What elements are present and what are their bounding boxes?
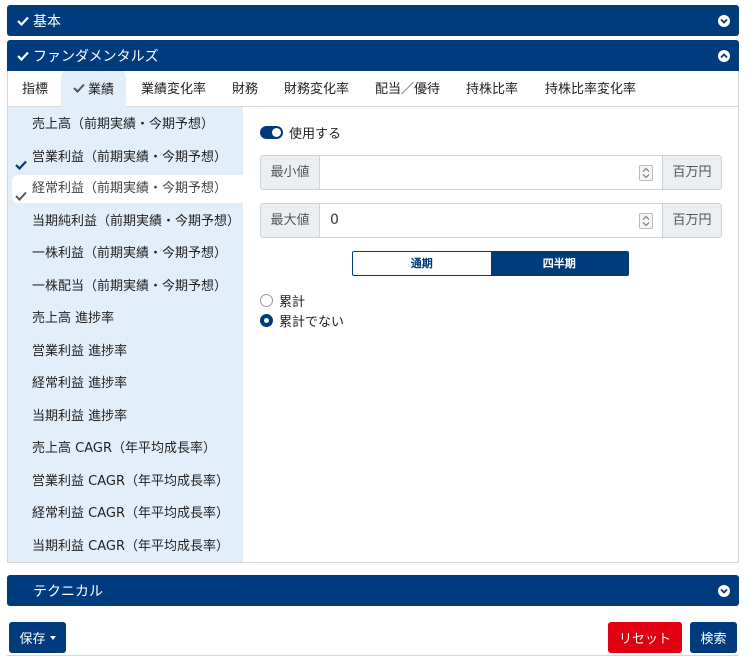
sidebar-item-ordinary-cagr[interactable]: 経常利益 CAGR（年平均成長率）	[8, 500, 243, 528]
sidebar-item-operating-profit[interactable]: 営業利益（前期実績・今期予想）	[8, 144, 243, 172]
max-value-unit: 百万円	[662, 203, 722, 238]
spinner-icon[interactable]	[639, 165, 653, 181]
spinner-icon[interactable]	[639, 213, 653, 229]
save-button[interactable]: 保存	[9, 622, 66, 653]
save-button-label: 保存	[19, 632, 46, 647]
check-icon	[73, 71, 85, 109]
tab-dividend-benefits[interactable]: 配当／優待	[375, 71, 440, 107]
sidebar-item-eps[interactable]: 一株利益（前期実績・今期予想）	[8, 240, 243, 268]
sidebar-item-label: 営業利益（前期実績・今期予想）	[32, 150, 228, 165]
check-icon	[17, 51, 29, 61]
chevron-down-icon[interactable]	[718, 584, 730, 597]
tab-performance-change[interactable]: 業績変化率	[141, 71, 206, 107]
period-quarterly-button[interactable]: 四半期	[490, 252, 628, 275]
tab-holding-ratio[interactable]: 持株比率	[466, 71, 518, 107]
radio-non-cumulative-label: 累計でない	[279, 315, 345, 330]
section-header-technical-label: テクニカル	[33, 583, 103, 600]
filter-content: 使用する 最小値 百万円 最大値 0 百万円 通期 四半期 累計 累計でない	[243, 107, 738, 562]
chevron-up-icon[interactable]	[718, 49, 730, 62]
tab-performance-label: 業績	[88, 82, 115, 98]
section-header-basic[interactable]: 基本	[7, 5, 739, 36]
sidebar-item-ordinary-profit[interactable]: 経常利益（前期実績・今期予想）	[12, 175, 243, 203]
radio-cumulative[interactable]: 累計	[260, 291, 305, 310]
min-value-group: 最小値 百万円	[260, 155, 722, 190]
max-value-label: 最大値	[260, 203, 320, 238]
tab-holding-ratio-change[interactable]: 持株比率変化率	[545, 71, 636, 107]
search-button[interactable]: 検索	[690, 622, 737, 653]
sidebar-item-net-progress[interactable]: 当期利益 進捗率	[8, 403, 243, 431]
tab-performance[interactable]: 業績	[61, 71, 127, 109]
period-segmented-control: 通期 四半期	[352, 251, 629, 276]
sidebar-item-net-cagr[interactable]: 当期利益 CAGR（年平均成長率）	[8, 533, 243, 561]
max-value-text: 0	[330, 212, 339, 228]
sidebar-item-label: 経常利益（前期実績・今期予想）	[32, 181, 228, 196]
max-value-input[interactable]: 0	[320, 203, 662, 238]
use-toggle-row: 使用する	[260, 123, 341, 142]
min-value-label: 最小値	[260, 155, 320, 190]
check-icon	[17, 16, 29, 26]
sidebar-item-operating-cagr[interactable]: 営業利益 CAGR（年平均成長率）	[8, 468, 243, 496]
section-header-basic-label-wrap: 基本	[17, 11, 61, 31]
section-header-fundamentals[interactable]: ファンダメンタルズ	[7, 40, 739, 71]
section-header-fundamentals-label-wrap: ファンダメンタルズ	[17, 46, 159, 66]
reset-button[interactable]: リセット	[608, 622, 682, 653]
min-value-input[interactable]	[320, 155, 662, 190]
period-annual-button[interactable]: 通期	[353, 252, 491, 275]
radio-cumulative-circle[interactable]	[260, 294, 273, 307]
caret-down-icon	[49, 635, 56, 640]
section-header-technical[interactable]: テクニカル	[7, 575, 739, 606]
tab-bar: 指標 業績 業績変化率 財務 財務変化率 配当／優待 持株比率 持株比率変化率	[8, 71, 738, 107]
tab-financial[interactable]: 財務	[232, 71, 258, 107]
sidebar-item-ordinary-progress[interactable]: 経常利益 進捗率	[8, 370, 243, 398]
sidebar-item-operating-progress[interactable]: 営業利益 進捗率	[8, 338, 243, 366]
tab-indicators[interactable]: 指標	[22, 71, 48, 107]
tab-financial-change[interactable]: 財務変化率	[284, 71, 349, 107]
sidebar-item-sales-cagr[interactable]: 売上高 CAGR（年平均成長率）	[8, 435, 243, 463]
sidebar: 売上高（前期実績・今期予想） 営業利益（前期実績・今期予想） 経常利益（前期実績…	[8, 107, 243, 562]
radio-non-cumulative[interactable]: 累計でない	[260, 311, 344, 330]
min-value-unit: 百万円	[662, 155, 722, 190]
max-value-group: 最大値 0 百万円	[260, 203, 722, 238]
sidebar-item-sales-progress[interactable]: 売上高 進捗率	[8, 305, 243, 333]
chevron-down-icon[interactable]	[718, 14, 730, 27]
section-header-fundamentals-label: ファンダメンタルズ	[33, 48, 159, 65]
radio-non-cumulative-circle[interactable]	[260, 314, 273, 327]
divider	[7, 655, 739, 656]
section-header-basic-label: 基本	[33, 13, 61, 30]
fundamentals-panel: 指標 業績 業績変化率 財務 財務変化率 配当／優待 持株比率 持株比率変化率 …	[7, 71, 739, 563]
sidebar-item-dps[interactable]: 一株配当（前期実績・今期予想）	[8, 273, 243, 301]
use-toggle-switch[interactable]	[260, 126, 283, 139]
sidebar-item-sales[interactable]: 売上高（前期実績・今期予想）	[8, 111, 243, 139]
radio-cumulative-label: 累計	[279, 295, 306, 310]
use-toggle-label: 使用する	[289, 127, 342, 142]
sidebar-item-net-income[interactable]: 当期純利益（前期実績・今期予想）	[8, 208, 243, 236]
